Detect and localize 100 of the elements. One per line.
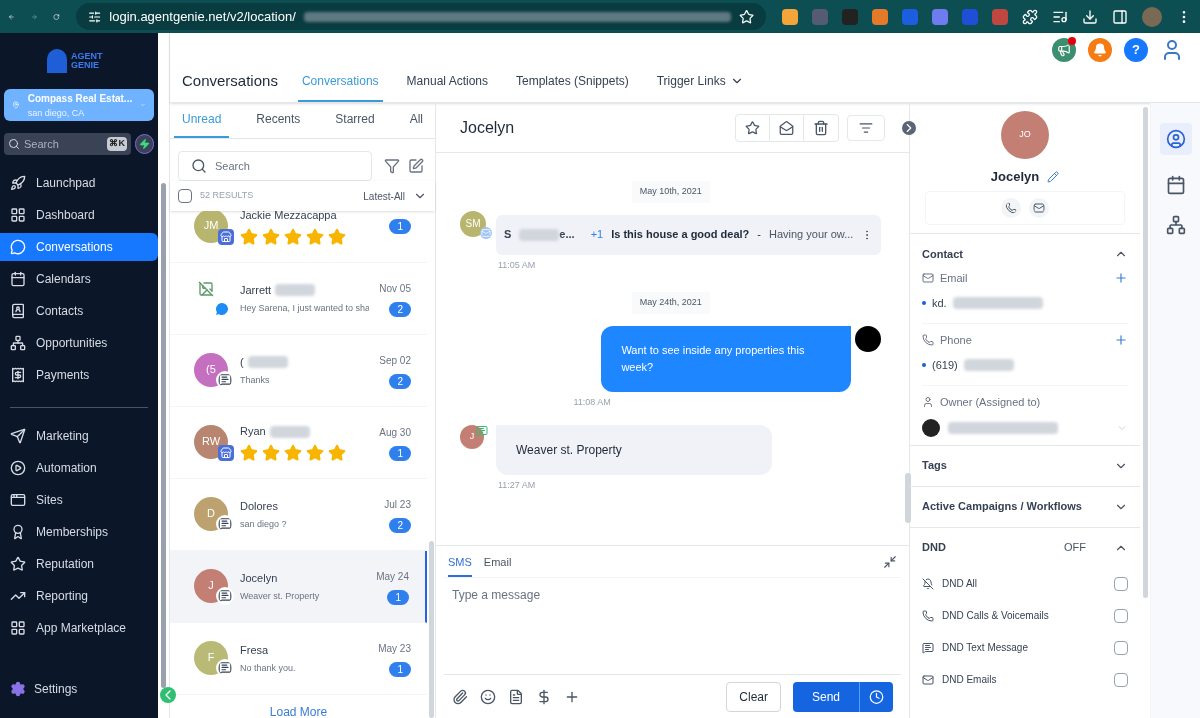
clear-button[interactable]: Clear xyxy=(726,681,781,712)
nav-item[interactable]: Launchpad xyxy=(0,169,158,197)
attachment-icon[interactable] xyxy=(452,688,468,705)
message-preview: Hey Sarena, I just wanted to sha xyxy=(240,302,370,315)
email-icon[interactable] xyxy=(1029,197,1049,218)
conversation-item[interactable]: Jarrett Hey Sarena, I just wanted to sha Nov 05 2 xyxy=(170,263,427,335)
nav-item[interactable]: Automation xyxy=(0,454,158,482)
header-tab[interactable]: Trigger Links xyxy=(652,72,748,102)
gear-icon xyxy=(10,681,26,697)
dnd-option-label: DND Emails xyxy=(942,673,997,687)
email-thread-card[interactable]: S e... +1 Is this house a good deal? - Having your ow... xyxy=(496,214,882,255)
list-tab[interactable]: Starred xyxy=(327,110,383,138)
nav-item[interactable]: Sites xyxy=(0,486,158,514)
messenger-icon xyxy=(214,300,230,317)
address-bar[interactable]: login.agentgenie.net/v2/location/ xyxy=(76,3,766,30)
extension-icon[interactable] xyxy=(932,8,948,25)
extension-icon[interactable] xyxy=(782,8,798,25)
phone-icon xyxy=(922,334,934,347)
composer-tab[interactable]: Email xyxy=(483,546,512,577)
lightning-icon[interactable] xyxy=(134,134,154,154)
nav-item[interactable]: App Marketplace xyxy=(0,614,158,642)
redacted-text xyxy=(269,425,310,438)
calendar-icon[interactable] xyxy=(1165,175,1186,195)
nav-item[interactable]: Reporting xyxy=(0,582,158,610)
message-icon xyxy=(922,641,934,654)
nav-item[interactable]: Reputation xyxy=(0,550,158,578)
checkbox[interactable] xyxy=(1114,640,1128,655)
message-date: Nov 05 xyxy=(379,281,411,296)
store-icon xyxy=(218,444,234,461)
site-settings-icon[interactable] xyxy=(88,9,102,24)
network-icon[interactable] xyxy=(1165,215,1186,235)
message-input[interactable]: Type a message xyxy=(444,578,901,674)
avatar: SM xyxy=(460,210,486,237)
dollar-icon[interactable] xyxy=(536,688,552,705)
document-icon[interactable] xyxy=(508,688,524,705)
nav-item[interactable]: Calendars xyxy=(0,265,158,293)
megaphone-icon[interactable] xyxy=(1052,37,1076,62)
edit-icon[interactable] xyxy=(1047,170,1060,183)
checkbox[interactable] xyxy=(1114,608,1128,623)
schedule-icon[interactable] xyxy=(859,681,893,712)
nav-item[interactable]: Opportunities xyxy=(0,329,158,357)
collapse-icon[interactable] xyxy=(883,554,897,569)
envelope-icon xyxy=(922,272,934,285)
dnd-status: OFF xyxy=(1064,540,1086,556)
redacted-text xyxy=(963,358,1014,371)
expand-panel-icon[interactable] xyxy=(902,120,916,135)
bookmark-star-icon[interactable] xyxy=(738,8,754,25)
emoji-icon[interactable] xyxy=(480,688,496,705)
url-text: login.agentgenie.net/v2/location/ xyxy=(109,7,296,26)
conversation-item[interactable]: F Fresa No thank you. May 23 1 xyxy=(170,623,427,695)
conversation-item[interactable]: RW Ryan Aug 30 1 xyxy=(170,407,427,479)
header-tab[interactable]: Templates (Snippets) xyxy=(512,72,633,102)
list-tab[interactable]: All xyxy=(401,110,431,138)
logo-icon xyxy=(47,49,67,73)
send-button[interactable]: Send xyxy=(793,681,859,712)
download-icon[interactable] xyxy=(1082,8,1098,25)
nav-item[interactable]: Payments xyxy=(0,361,158,389)
nav-item[interactable]: Dashboard xyxy=(0,201,158,229)
sort-dropdown[interactable]: Latest-All xyxy=(363,188,405,204)
composer-tab[interactable]: SMS xyxy=(448,546,472,577)
list-tab[interactable]: Recents xyxy=(248,110,309,138)
side-panel-icon[interactable] xyxy=(1112,8,1128,25)
nav-item[interactable]: Marketing xyxy=(0,422,158,450)
compose-icon[interactable] xyxy=(408,158,424,174)
search-field[interactable]: Search xyxy=(178,151,372,181)
field-value: kd. xyxy=(932,295,947,311)
puzzle-icon[interactable] xyxy=(1022,8,1038,25)
page-title: Conversations xyxy=(182,70,278,91)
checkbox[interactable] xyxy=(178,189,192,203)
checkbox[interactable] xyxy=(1114,672,1128,687)
collapsible-section[interactable]: Active Campaigns / Workflows xyxy=(910,486,1140,528)
message-time: 11:27 AM xyxy=(497,479,537,492)
header-tab[interactable]: Manual Actions xyxy=(402,72,492,102)
conversation-item[interactable]: JM Jackie Mezzacappa 1 xyxy=(170,211,427,263)
extension-icon[interactable] xyxy=(872,8,888,25)
nav-item[interactable]: Conversations xyxy=(0,233,158,261)
collapsible-section[interactable]: Tags xyxy=(910,445,1140,487)
dnd-option-label: DND Text Message xyxy=(942,641,1028,655)
search-field[interactable]: Search ⌘K xyxy=(4,133,131,155)
load-more-link[interactable]: Load More xyxy=(170,695,427,718)
nav-item[interactable]: Contacts xyxy=(0,297,158,325)
person-icon xyxy=(922,396,934,409)
checkbox[interactable] xyxy=(1114,576,1128,591)
message-date: Aug 30 xyxy=(379,425,411,440)
search-icon xyxy=(8,138,20,150)
bell-icon[interactable] xyxy=(1088,37,1112,62)
phone-icon[interactable] xyxy=(1001,197,1021,218)
contact-icon[interactable] xyxy=(1159,123,1192,155)
nav-item[interactable]: Memberships xyxy=(0,518,158,546)
conversation-item[interactable]: (5 ( Thanks Sep 02 2 xyxy=(170,335,427,407)
unread-count: 1 xyxy=(389,445,411,461)
help-button[interactable]: ? xyxy=(1124,37,1148,62)
avatar: J xyxy=(460,425,484,449)
contact-name: Dolores xyxy=(240,498,278,514)
filter-icon[interactable] xyxy=(384,158,400,174)
conversation-item[interactable]: J Jocelyn Weaver st. Property May 24 1 xyxy=(170,551,427,623)
store-icon xyxy=(218,228,234,245)
paper-plane-icon xyxy=(10,428,26,444)
outgoing-message-bubble: Want to see inside any properties this week? xyxy=(601,325,852,392)
settings-item[interactable]: Settings xyxy=(0,680,158,698)
